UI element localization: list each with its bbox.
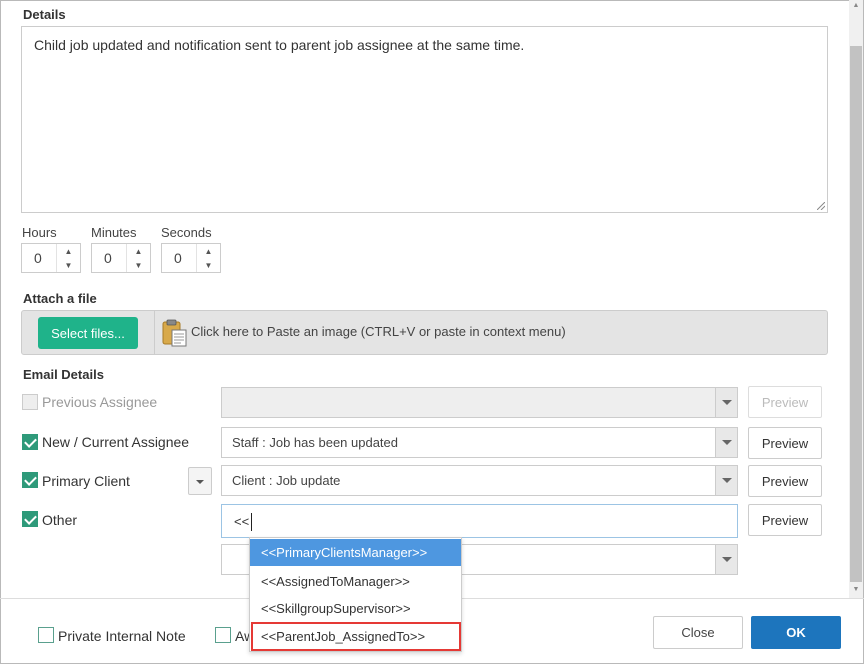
minutes-value: 0 xyxy=(104,250,112,266)
attach-label: Attach a file xyxy=(23,291,97,306)
primary-client-options-dropdown[interactable] xyxy=(188,467,212,495)
previous-assignee-label: Previous Assignee xyxy=(42,394,158,410)
scroll-down-icon[interactable]: ▼ xyxy=(849,586,863,593)
other-preview-button[interactable]: Preview xyxy=(748,504,822,536)
close-button[interactable]: Close xyxy=(653,616,743,649)
other-label: Other xyxy=(42,512,78,528)
hours-value: 0 xyxy=(34,250,42,266)
hours-spinner[interactable]: 0 ▲ ▼ xyxy=(21,243,81,273)
previous-assignee-preview-button[interactable]: Preview xyxy=(748,386,822,418)
paste-hint-text[interactable]: Click here to Paste an image (CTRL+V or … xyxy=(191,324,566,339)
other-recipient-input[interactable]: << xyxy=(221,504,738,538)
primary-client-checkbox[interactable] xyxy=(22,472,38,488)
clipboard-paste-icon[interactable] xyxy=(162,319,188,347)
private-note-checkbox[interactable] xyxy=(38,627,54,643)
highlight-annotation-box xyxy=(251,622,461,651)
minutes-label: Minutes xyxy=(91,225,137,240)
private-note-label: Private Internal Note xyxy=(58,628,186,644)
primary-client-template-value: Client : Job update xyxy=(232,473,341,488)
hours-up-icon[interactable]: ▲ xyxy=(57,244,80,258)
chevron-down-icon[interactable] xyxy=(715,466,737,495)
other-checkbox[interactable] xyxy=(22,511,38,527)
seconds-up-icon[interactable]: ▲ xyxy=(197,244,220,258)
minutes-spinner[interactable]: 0 ▲ ▼ xyxy=(91,243,151,273)
other-recipient-value: << xyxy=(234,514,250,529)
minutes-down-icon[interactable]: ▼ xyxy=(127,258,150,272)
primary-client-preview-button[interactable]: Preview xyxy=(748,465,822,497)
previous-assignee-template-select[interactable] xyxy=(221,387,738,418)
seconds-down-icon[interactable]: ▼ xyxy=(197,258,220,272)
chevron-down-icon[interactable] xyxy=(715,545,737,574)
seconds-value: 0 xyxy=(174,250,182,266)
primary-client-label: Primary Client xyxy=(42,473,130,489)
attach-dropzone[interactable]: Select files... Click here to Paste an i… xyxy=(21,310,828,355)
details-textarea[interactable]: Child job updated and notification sent … xyxy=(21,26,828,213)
new-assignee-preview-button[interactable]: Preview xyxy=(748,427,822,459)
new-assignee-template-select[interactable]: Staff : Job has been updated xyxy=(221,427,738,458)
chevron-down-icon[interactable] xyxy=(715,428,737,457)
select-files-button[interactable]: Select files... xyxy=(38,317,138,349)
seconds-spinner[interactable]: 0 ▲ ▼ xyxy=(161,243,221,273)
autocomplete-item[interactable]: <<PrimaryClientsManager>> xyxy=(250,539,461,566)
scrollbar-thumb[interactable] xyxy=(850,46,862,582)
attach-divider xyxy=(154,311,155,354)
scroll-up-icon[interactable]: ▲ xyxy=(849,2,863,9)
previous-assignee-checkbox[interactable] xyxy=(22,394,38,410)
minutes-up-icon[interactable]: ▲ xyxy=(127,244,150,258)
new-assignee-label: New / Current Assignee xyxy=(42,434,190,450)
hours-label: Hours xyxy=(22,225,57,240)
new-assignee-template-value: Staff : Job has been updated xyxy=(232,435,399,450)
details-text: Child job updated and notification sent … xyxy=(34,37,525,53)
resize-grip-icon[interactable] xyxy=(817,202,825,210)
seconds-label: Seconds xyxy=(161,225,212,240)
second-footer-checkbox[interactable] xyxy=(215,627,231,643)
ok-button[interactable]: OK xyxy=(751,616,841,649)
hours-down-icon[interactable]: ▼ xyxy=(57,258,80,272)
autocomplete-item[interactable]: <<SkillgroupSupervisor>> xyxy=(250,595,461,622)
chevron-down-icon[interactable] xyxy=(715,388,737,417)
autocomplete-item[interactable]: <<AssignedToManager>> xyxy=(250,568,461,595)
details-label: Details xyxy=(23,7,66,22)
text-caret xyxy=(251,513,252,531)
email-details-label: Email Details xyxy=(23,367,104,382)
primary-client-template-select[interactable]: Client : Job update xyxy=(221,465,738,496)
new-assignee-checkbox[interactable] xyxy=(22,434,38,450)
